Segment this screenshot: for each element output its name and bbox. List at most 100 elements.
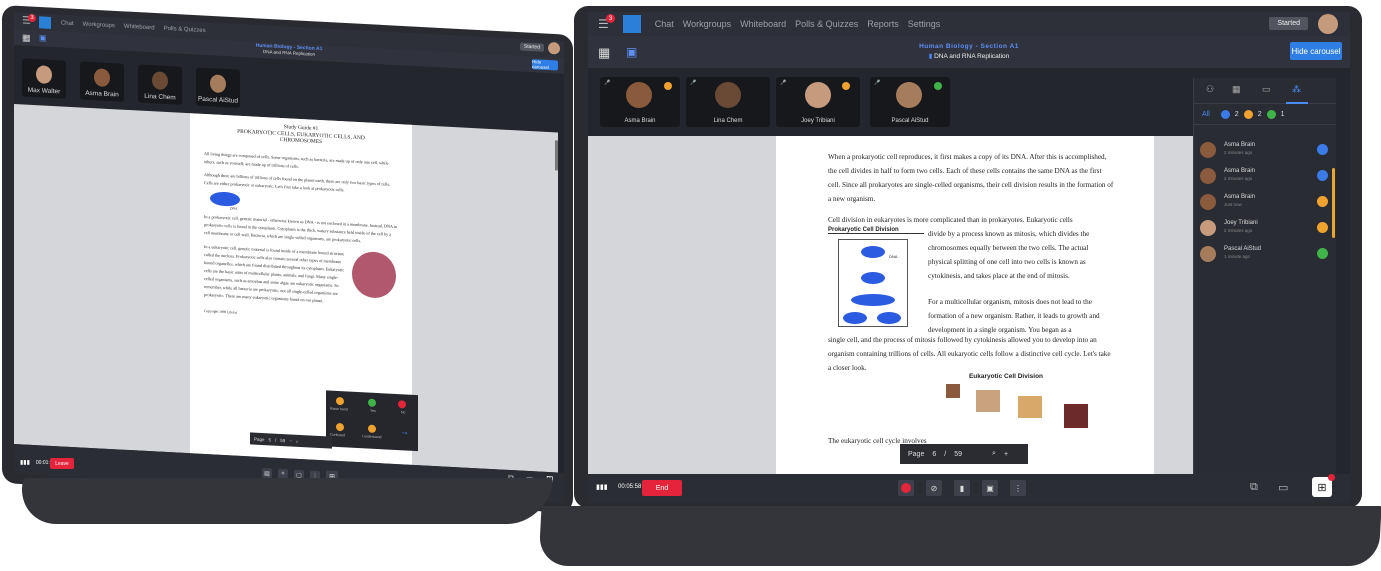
layout-tab-icon[interactable]: ▦: [1232, 84, 1241, 95]
participant-avatar: [36, 65, 52, 84]
end-button[interactable]: End: [642, 480, 682, 496]
participant-tile[interactable]: 🎤 Asma Brain: [600, 77, 680, 127]
participant-name: Lina Chem: [144, 92, 176, 102]
mic-icon: 🎤: [780, 80, 787, 86]
page-label: Page: [254, 436, 265, 442]
confused-filter-icon[interactable]: [1243, 110, 1253, 119]
participant-tile[interactable]: Max Walter: [22, 58, 66, 99]
screen-tab-icon[interactable]: ▭: [1262, 84, 1271, 95]
yes-icon[interactable]: [368, 398, 376, 407]
started-button[interactable]: Started: [519, 42, 544, 52]
right-topbar: ☰ 3 Chat Workgroups Whiteboard Polls & Q…: [588, 12, 1350, 36]
filter-all[interactable]: All: [1202, 111, 1210, 118]
nav-reports[interactable]: Reports: [867, 19, 899, 29]
doc-paragraph: Cell division in eukaryotes is more comp…: [828, 216, 1073, 224]
raise-hand-label: Raise hand: [330, 406, 348, 412]
yes-filter-icon[interactable]: [1266, 110, 1276, 119]
toolbar-pdf-icon[interactable]: ▤: [262, 467, 272, 479]
yes-status-icon: [1317, 248, 1328, 259]
zoom-icon[interactable]: ⌕: [296, 438, 299, 443]
more-options-button[interactable]: ⋮: [1010, 480, 1026, 496]
reaction-time: 2 minutes ago: [1224, 228, 1253, 233]
participant-avatar: [715, 82, 741, 108]
yes-count: 1: [1280, 111, 1285, 118]
participant-tile[interactable]: 🎤 Pascal AiStud: [870, 77, 950, 127]
camera-off-button[interactable]: ⊘: [926, 480, 942, 496]
participant-avatar: [152, 71, 168, 91]
reaction-list-item[interactable]: Asma Brain 2 minutes ago: [1200, 140, 1330, 162]
right-app-screen: ☰ 3 Chat Workgroups Whiteboard Polls & Q…: [588, 12, 1350, 502]
user-avatar[interactable]: [548, 41, 560, 55]
zoom-icon[interactable]: ⌕: [992, 450, 996, 458]
confused-status-icon: [1317, 222, 1328, 233]
bookmark-icon: ▮: [928, 53, 933, 60]
timer-text: 00:05:58: [618, 484, 642, 490]
nav-workgroups[interactable]: Workgroups: [83, 21, 115, 29]
notes-icon[interactable]: ▭: [1278, 481, 1288, 494]
nav-polls[interactable]: Polls & Quizzes: [164, 25, 206, 33]
hide-carousel-label: Hide carousel: [532, 59, 550, 71]
started-button[interactable]: Started: [1269, 17, 1308, 30]
doc-scrollbar[interactable]: [555, 140, 558, 171]
understand-label: I understand: [362, 434, 382, 440]
page-current[interactable]: 5: [269, 437, 272, 442]
leave-label: Leave: [55, 460, 69, 467]
page-current[interactable]: 6: [932, 451, 936, 458]
participant-name: Asma Brain: [624, 118, 656, 124]
participants-tab-icon[interactable]: ⚇: [1206, 84, 1214, 95]
reactions-tab-icon[interactable]: ⁂: [1292, 84, 1301, 95]
figure-title: Prokaryotic Cell Division: [828, 227, 924, 234]
signal-icon: ▮▮▮: [20, 460, 30, 466]
nav-settings[interactable]: Settings: [908, 19, 941, 29]
raise-hand-icon[interactable]: [336, 396, 344, 406]
hide-carousel-button[interactable]: Hide carousel: [532, 59, 558, 71]
reaction-list-item[interactable]: Asma Brain Just now: [1200, 192, 1330, 214]
confused-status-icon: [842, 82, 850, 90]
record-button[interactable]: [898, 480, 914, 496]
reaction-person-name: Pascal AiStud: [1224, 246, 1262, 252]
user-avatar[interactable]: [1318, 14, 1338, 34]
nav-chat[interactable]: Chat: [655, 19, 674, 29]
understand-icon[interactable]: [368, 424, 376, 433]
arrow-right-icon[interactable]: →: [400, 426, 409, 436]
participant-tile[interactable]: 🎤 Joey Tribiani: [776, 77, 860, 127]
participant-name: Asma Brain: [85, 89, 119, 99]
nav-polls[interactable]: Polls & Quizzes: [795, 19, 858, 29]
participant-tile[interactable]: Pascal AiStud: [196, 67, 240, 108]
reaction-time: 1 minute ago: [1224, 254, 1251, 259]
nav-whiteboard[interactable]: Whiteboard: [124, 23, 155, 31]
app-logo: [622, 15, 641, 33]
zoom-in-icon[interactable]: +: [1004, 451, 1008, 458]
doc-paragraph: In a prokaryotic cell, genetic material …: [204, 213, 398, 243]
mic-button[interactable]: ▮: [954, 480, 970, 496]
right-bottombar: ▮▮▮ 00:05:58 End ⊘ ▮ ▣ ⋮ ⧉ ▭ ⊞: [588, 474, 1350, 502]
hand-filter-icon[interactable]: [1220, 110, 1230, 119]
reaction-list-item[interactable]: Pascal AiStud 1 minute ago: [1200, 244, 1330, 266]
notification-badge: 3: [606, 14, 615, 23]
leave-button[interactable]: Leave: [50, 458, 74, 469]
participant-tile[interactable]: 🎤 Lina Chem: [686, 77, 770, 127]
nav-chat[interactable]: Chat: [61, 20, 74, 27]
doc-paragraph: For a multicellular organism, mitosis do…: [928, 298, 1100, 334]
grid-menu-badge: [1328, 474, 1335, 481]
eukaryotic-division-title: Eukaryotic Cell Division: [968, 373, 1044, 380]
participant-tile[interactable]: Lina Chem: [138, 64, 182, 105]
participant-tile[interactable]: Asma Brain: [80, 61, 124, 102]
no-icon[interactable]: [398, 400, 406, 409]
hide-carousel-button[interactable]: Hide carousel: [1290, 42, 1342, 60]
reaction-list-item[interactable]: Asma Brain 2 minutes ago: [1200, 166, 1330, 188]
chat-icon[interactable]: ⧉: [1250, 481, 1258, 494]
end-label: End: [655, 484, 669, 492]
zoom-out-icon[interactable]: −: [289, 438, 292, 443]
doc-paragraph: divide by a process known as mitosis, wh…: [928, 230, 1090, 280]
screen-share-button[interactable]: ▣: [982, 480, 998, 496]
confused-icon[interactable]: [336, 422, 344, 432]
notification-badge: 3: [28, 13, 36, 23]
reaction-list-item[interactable]: Joey Tribiani 2 minutes ago: [1200, 218, 1330, 240]
nav-workgroups[interactable]: Workgroups: [683, 19, 731, 29]
reactions-popup: Raise hand Yes No Confused I understand …: [326, 390, 418, 452]
participant-avatar: [1200, 168, 1216, 184]
side-panel-scrollbar[interactable]: [1332, 168, 1335, 238]
left-laptop-base: [16, 478, 554, 524]
nav-whiteboard[interactable]: Whiteboard: [740, 19, 786, 29]
